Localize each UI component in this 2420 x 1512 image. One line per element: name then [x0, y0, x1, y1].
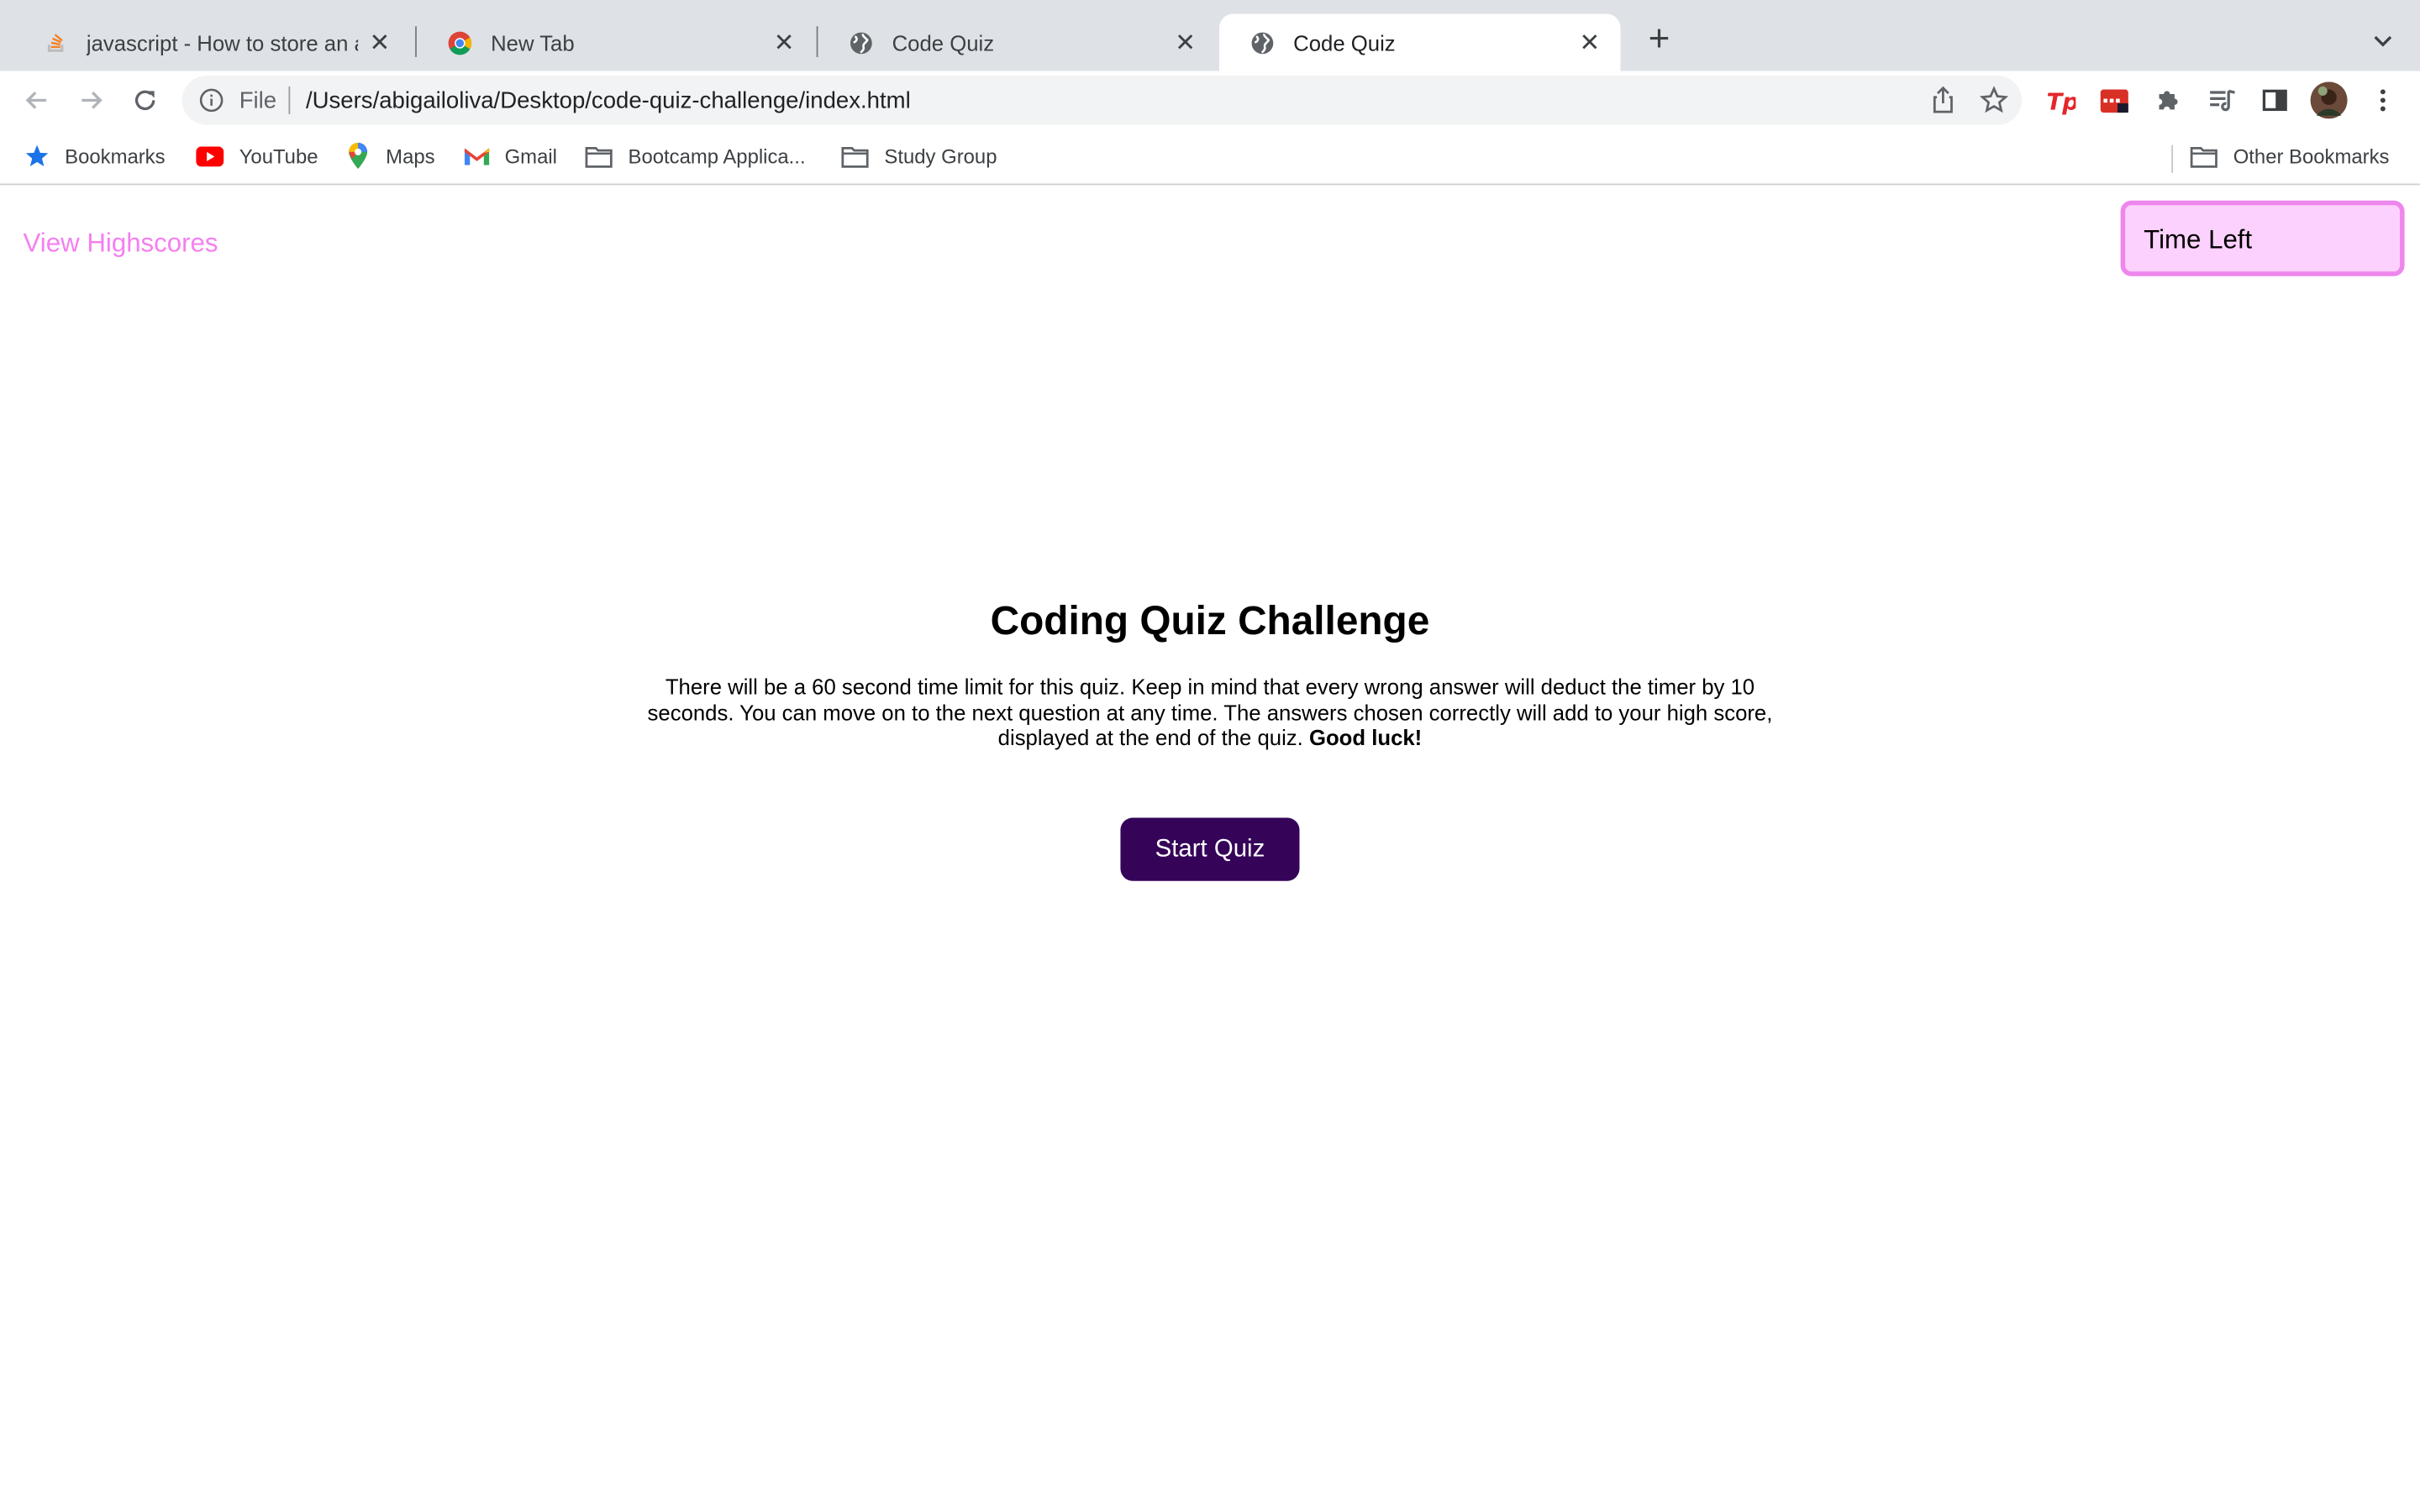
- bookmarks-bar: Bookmarks YouTube Maps Gmail Bootcamp Ap…: [0, 131, 2420, 186]
- quiz-description: There will be a 60 second time limit for…: [625, 675, 1795, 751]
- globe-icon: [849, 30, 873, 55]
- media-control-icon[interactable]: [2207, 85, 2238, 116]
- info-icon[interactable]: [199, 88, 224, 113]
- address-bar[interactable]: File /Users/abigailoliva/Desktop/code-qu…: [182, 75, 2023, 125]
- reload-button[interactable]: [128, 83, 161, 117]
- url-text[interactable]: /Users/abigailoliva/Desktop/code-quiz-ch…: [306, 87, 911, 113]
- forward-button[interactable]: [74, 83, 108, 117]
- tab-stackoverflow[interactable]: javascript - How to store an arr ✕: [13, 14, 411, 71]
- globe-icon: [1250, 30, 1275, 55]
- bookmark-label: Other Bookmarks: [2233, 144, 2390, 168]
- tab-title: javascript - How to store an arr: [86, 29, 359, 55]
- bookmarks-divider: [2171, 144, 2174, 173]
- close-icon[interactable]: ✕: [1173, 30, 1197, 56]
- svg-text:Tp: Tp: [2046, 88, 2075, 115]
- tab-title: Code Quiz: [1293, 29, 1396, 55]
- page-content: View Highscores Time Left Coding Quiz Ch…: [0, 186, 2420, 1512]
- folder-icon: [841, 144, 869, 168]
- bookmark-bootcamp-folder[interactable]: Bootcamp Applica...: [585, 144, 806, 168]
- stackoverflow-icon: [43, 30, 67, 55]
- bookmark-maps[interactable]: Maps: [345, 142, 435, 170]
- chevron-down-icon[interactable]: [2369, 26, 2396, 54]
- timer-box: Time Left: [2120, 200, 2405, 276]
- tab-title: Code Quiz: [892, 29, 995, 55]
- close-icon[interactable]: ✕: [1577, 30, 1602, 56]
- bookmark-study-group-folder[interactable]: Study Group: [841, 144, 997, 168]
- arrow-right-icon: [82, 92, 103, 109]
- divider: [288, 86, 291, 114]
- youtube-icon: [196, 144, 224, 168]
- start-quiz-button[interactable]: Start Quiz: [1120, 817, 1300, 881]
- side-panel-icon[interactable]: [2260, 85, 2291, 116]
- close-icon[interactable]: ✕: [771, 30, 796, 56]
- description-text: There will be a 60 second time limit for…: [647, 674, 1773, 750]
- view-highscores-link[interactable]: View Highscores: [24, 228, 218, 260]
- meet-extension-icon[interactable]: [2099, 85, 2130, 116]
- maps-icon: [345, 142, 370, 170]
- tab-title: New Tab: [491, 29, 575, 55]
- good-luck-text: Good luck!: [1308, 725, 1423, 750]
- star-icon[interactable]: [1979, 85, 2010, 123]
- bookmark-other-bookmarks[interactable]: Other Bookmarks: [2190, 144, 2389, 168]
- new-tab-button[interactable]: +: [1640, 21, 1677, 60]
- page-title: Coding Quiz Challenge: [990, 596, 1430, 643]
- tp-extension-icon[interactable]: Tp: [2045, 85, 2075, 116]
- bookmark-youtube[interactable]: YouTube: [196, 144, 318, 168]
- back-button[interactable]: [20, 83, 54, 117]
- arrow-left-icon: [25, 92, 47, 109]
- bookmark-label: YouTube: [239, 144, 318, 168]
- tab-strip: javascript - How to store an arr ✕ New T…: [0, 0, 2420, 71]
- tab-code-quiz-active[interactable]: Code Quiz ✕: [1218, 13, 1621, 71]
- tab-new-tab[interactable]: New Tab ✕: [417, 14, 815, 71]
- avatar[interactable]: [2310, 81, 2348, 119]
- bookmark-label: Gmail: [504, 144, 557, 168]
- browser-toolbar: File /Users/abigailoliva/Desktop/code-qu…: [0, 71, 2420, 132]
- folder-icon: [2190, 144, 2217, 168]
- bookmark-label: Bootcamp Applica...: [628, 144, 806, 168]
- tab-code-quiz[interactable]: Code Quiz ✕: [818, 14, 1216, 71]
- timer-label: Time Left: [2144, 225, 2253, 255]
- share-icon[interactable]: [1929, 85, 1957, 123]
- close-icon[interactable]: ✕: [367, 30, 392, 56]
- browser-window: javascript - How to store an arr ✕ New T…: [0, 0, 2420, 1512]
- bookmark-label: Maps: [386, 144, 435, 168]
- bookmark-gmail[interactable]: Gmail: [464, 144, 557, 168]
- reload-icon: [134, 90, 155, 111]
- chrome-icon: [448, 30, 472, 55]
- gmail-icon: [464, 144, 490, 168]
- bookmark-bookmarks[interactable]: Bookmarks: [24, 144, 166, 168]
- star-icon: [24, 144, 49, 168]
- scheme-label: File: [239, 87, 277, 113]
- folder-icon: [585, 144, 613, 168]
- puzzle-icon[interactable]: [2153, 85, 2184, 116]
- kebab-menu-icon[interactable]: [2367, 85, 2398, 116]
- bookmark-label: Study Group: [884, 144, 997, 168]
- bookmark-label: Bookmarks: [65, 144, 166, 168]
